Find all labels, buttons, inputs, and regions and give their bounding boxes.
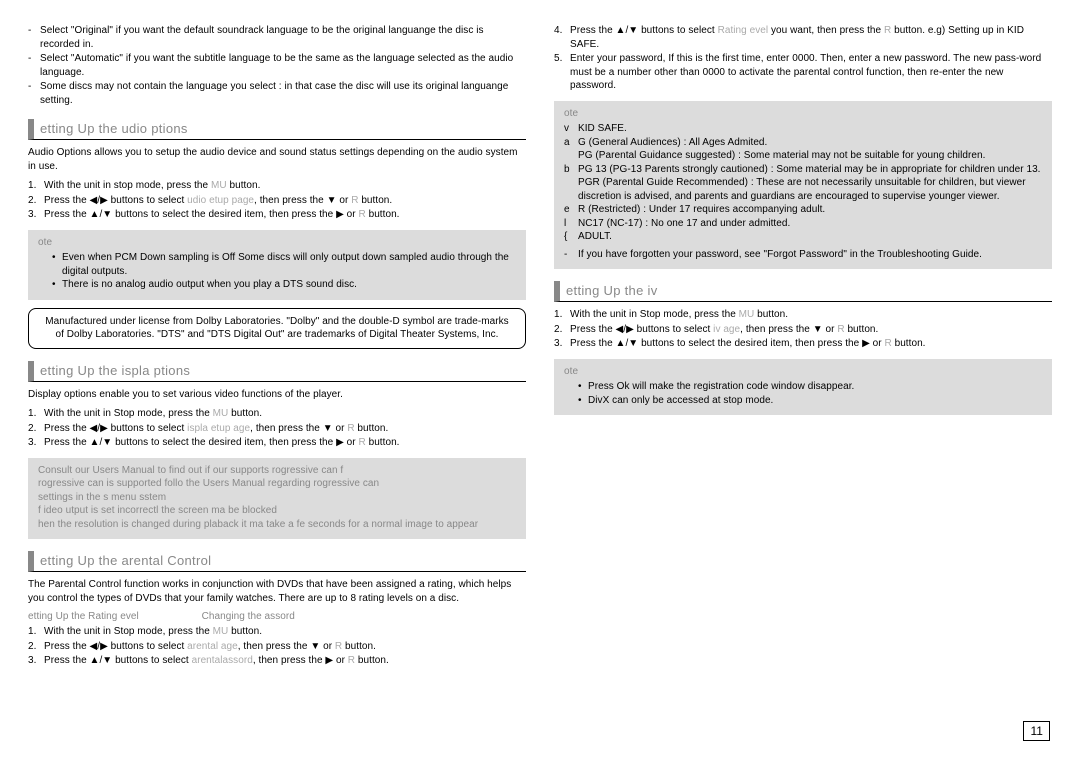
dolby-legal-box: Manufactured under license from Dolby La… xyxy=(28,308,526,349)
display-intro: Display options enable you to set variou… xyxy=(28,388,526,402)
parental-intro: The Parental Control function works in c… xyxy=(28,578,526,605)
note-line: settings in the s menu sstem xyxy=(38,491,516,505)
note-item: There is no analog audio output when you… xyxy=(62,278,516,292)
rating-row: PG (Parental Guidance suggested) : Some … xyxy=(578,149,1042,163)
rating-row: PG 13 (PG-13 Parents strongly cautioned)… xyxy=(578,163,1042,177)
heading-display-options: etting Up the ispla ptions xyxy=(28,361,526,382)
audio-note-box: ote •Even when PCM Down sampling is Off … xyxy=(28,230,526,300)
rating-row: ADULT. xyxy=(578,230,1042,244)
parental-steps: 1.With the unit in Stop mode, press the … xyxy=(28,625,526,668)
page-number: 11 xyxy=(1023,721,1050,741)
audio-intro: Audio Options allows you to setup the au… xyxy=(28,146,526,173)
audio-steps: 1.With the unit in stop mode, press the … xyxy=(28,179,526,222)
heading-parental-control: etting Up the arental Control xyxy=(28,551,526,572)
subheading-change-password: Changing the assord xyxy=(202,611,295,622)
note-line: hen the resolution is changed during pla… xyxy=(38,518,516,532)
note-line: Consult our Users Manual to find out if … xyxy=(38,464,516,478)
rating-row: PGR (Parental Guide Recommended) : These… xyxy=(578,176,1042,203)
note-label: ote xyxy=(564,365,1042,379)
note-label: ote xyxy=(564,107,1042,121)
ratings-note-box: ote vKID SAFE. aG (General Audiences) : … xyxy=(554,101,1052,270)
note-line: f ideo utput is set incorrectl the scree… xyxy=(38,504,516,518)
parental-steps-cont: 4.Press the ▲/▼ buttons to select Rating… xyxy=(554,24,1052,93)
display-steps: 1.With the unit in Stop mode, press the … xyxy=(28,407,526,450)
note-line: rogressive can is supported follo the Us… xyxy=(38,477,516,491)
rating-row: G (General Audiences) : All Ages Admited… xyxy=(578,136,1042,150)
text: Select "Original" if you want the defaul… xyxy=(40,24,526,51)
note-item: DivX can only be accessed at stop mode. xyxy=(588,394,1042,408)
rating-footer: If you have forgotten your password, see… xyxy=(578,248,1042,262)
left-column: -Select "Original" if you want the defau… xyxy=(28,24,526,669)
right-column: 4.Press the ▲/▼ buttons to select Rating… xyxy=(554,24,1052,669)
text: Select "Automatic" if you want the subti… xyxy=(40,52,526,79)
display-note-box: Consult our Users Manual to find out if … xyxy=(28,458,526,540)
subheading-rating-level: etting Up the Rating evel xyxy=(28,611,139,622)
div-steps: 1.With the unit in Stop mode, press the … xyxy=(554,308,1052,351)
rating-row: NC17 (NC-17) : No one 17 and under admit… xyxy=(578,217,1042,231)
div-note-box: ote •Press Ok will make the registration… xyxy=(554,359,1052,416)
intro-bullets: -Select "Original" if you want the defau… xyxy=(28,24,526,107)
rating-row: R (Restricted) : Under 17 requires accom… xyxy=(578,203,1042,217)
parental-subheadings: etting Up the Rating evel Changing the a… xyxy=(28,611,526,622)
step-text: Enter your password, If this is the firs… xyxy=(570,52,1052,93)
text: Some discs may not contain the language … xyxy=(40,80,526,107)
heading-div: etting Up the iv xyxy=(554,281,1052,302)
rating-row: KID SAFE. xyxy=(578,122,1042,136)
heading-audio-options: etting Up the udio ptions xyxy=(28,119,526,140)
note-item: Press Ok will make the registration code… xyxy=(588,380,1042,394)
note-label: ote xyxy=(38,236,516,250)
note-item: Even when PCM Down sampling is Off Some … xyxy=(62,251,516,278)
